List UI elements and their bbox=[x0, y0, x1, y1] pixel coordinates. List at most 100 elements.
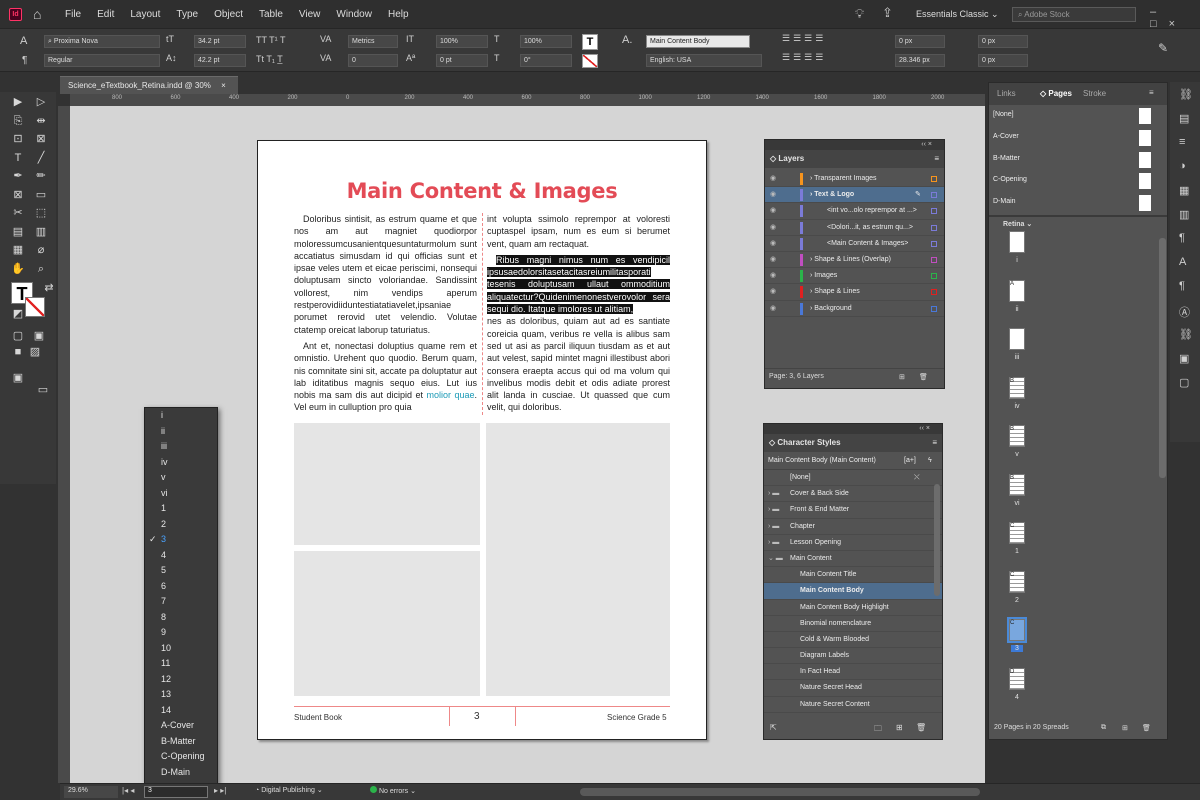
page-thumbnail[interactable]: D bbox=[1009, 667, 1025, 690]
lightbulb-icon[interactable]: 💡︎ bbox=[855, 6, 864, 22]
color-panel-icon[interactable]: ◑ bbox=[1179, 160, 1186, 172]
tab-stroke[interactable]: Stroke bbox=[1083, 89, 1106, 98]
style-row[interactable]: Diagram Labels bbox=[764, 648, 942, 665]
dropdown-item[interactable]: 12 bbox=[145, 672, 217, 688]
style-row[interactable]: [None] ⤬ bbox=[764, 470, 942, 487]
stroke-panel-icon[interactable]: ≡ bbox=[1179, 136, 1185, 148]
page-thumbnail[interactable] bbox=[1009, 328, 1025, 350]
kerning-field[interactable]: Metrics bbox=[348, 35, 398, 48]
gradient-tool-icon[interactable]: ▤ bbox=[9, 224, 27, 240]
new-page-icon[interactable]: ⊞ bbox=[1122, 724, 1128, 732]
dropdown-item[interactable]: 13 bbox=[145, 687, 217, 703]
new-style-group-icon[interactable]: [a+] bbox=[904, 457, 916, 464]
layer-target-square[interactable] bbox=[931, 192, 937, 199]
layer-target-square[interactable] bbox=[931, 305, 937, 312]
dropdown-item[interactable]: vi bbox=[145, 486, 217, 502]
eye-icon[interactable]: ◉ bbox=[770, 171, 776, 187]
panel-menu-icon[interactable]: ≡ bbox=[932, 438, 937, 447]
zoom-tool-icon[interactable]: ⌕ bbox=[32, 261, 50, 277]
eye-icon[interactable]: ◉ bbox=[770, 301, 776, 317]
page-title[interactable]: Main Content & Images bbox=[258, 179, 706, 203]
dropdown-item[interactable]: iv bbox=[145, 455, 217, 471]
master-row[interactable]: A-Cover bbox=[989, 127, 1167, 149]
menu-layout[interactable]: Layout bbox=[122, 9, 168, 20]
dropdown-item[interactable]: 2 bbox=[145, 517, 217, 533]
glyphs-panel-icon[interactable]: Ⓐ bbox=[1179, 304, 1190, 320]
page-thumbnail[interactable]: B bbox=[1009, 473, 1025, 496]
note-tool-icon[interactable]: ▦ bbox=[9, 242, 27, 258]
stroke-none-swatch[interactable] bbox=[582, 54, 598, 68]
layer-row[interactable]: ◉ › Transparent Images bbox=[765, 171, 944, 188]
new-style-icon[interactable]: ⊞ bbox=[896, 723, 903, 732]
new-layer-icon[interactable]: ⊞ bbox=[899, 373, 905, 381]
menu-edit[interactable]: Edit bbox=[89, 9, 122, 20]
master-thumbnail[interactable] bbox=[1139, 195, 1151, 212]
layers-panel-header[interactable]: ◇ Layers ≡ bbox=[765, 150, 944, 168]
layer-target-square[interactable] bbox=[931, 176, 937, 182]
panel-menu-icon[interactable]: ≡ bbox=[934, 154, 939, 163]
style-row[interactable]: › ▬ Lesson Opening bbox=[764, 535, 942, 551]
tracking-field[interactable]: 0 bbox=[348, 54, 398, 67]
layer-target-square[interactable] bbox=[931, 224, 937, 231]
dropdown-item[interactable]: 6 bbox=[145, 579, 217, 595]
layer-target-square[interactable] bbox=[931, 256, 937, 263]
style-options-icon[interactable]: ⇱ bbox=[770, 723, 777, 732]
apply-none-icon[interactable]: ▣ bbox=[30, 328, 48, 344]
eye-icon[interactable]: ◉ bbox=[770, 187, 776, 203]
dropdown-item[interactable]: ✓ 3 bbox=[145, 532, 217, 548]
direct-selection-tool-icon[interactable]: ▷ bbox=[32, 94, 50, 110]
style-row[interactable]: Main Content Body Highlight bbox=[764, 600, 942, 616]
horizontal-scrollbar[interactable] bbox=[580, 788, 980, 796]
clear-override-icon[interactable]: ⤬ bbox=[914, 470, 920, 486]
delete-layer-icon[interactable]: 🗑︎ bbox=[919, 373, 928, 381]
dropdown-item[interactable]: iii bbox=[145, 439, 217, 455]
font-family-select[interactable]: ⌕ Proxima Nova bbox=[44, 35, 160, 48]
menu-view[interactable]: View bbox=[291, 9, 329, 20]
menu-object[interactable]: Object bbox=[206, 9, 251, 20]
layer-target-square[interactable] bbox=[931, 208, 937, 215]
size-selector[interactable]: Retina ⌄ bbox=[989, 217, 1167, 231]
character-style-select[interactable]: Main Content Body bbox=[646, 35, 750, 48]
dropdown-item[interactable]: A-Cover bbox=[145, 718, 217, 734]
align-left-icon[interactable]: ☰☰☰☰ bbox=[782, 33, 826, 44]
workspace-switcher[interactable]: Essentials Classic ⌄ bbox=[916, 9, 999, 20]
swatches-panel-icon[interactable]: ▦ bbox=[1179, 184, 1189, 197]
pen-tool-icon[interactable]: ✒ bbox=[9, 168, 27, 184]
space-before-field[interactable]: 0 px bbox=[978, 54, 1028, 67]
leading-field[interactable]: 42.2 pt bbox=[194, 54, 246, 67]
layer-row[interactable]: ◉ › Text & Logo ✎ bbox=[765, 187, 944, 204]
charstyles-collapse-icon[interactable]: ‹‹ × bbox=[764, 424, 942, 434]
master-row[interactable]: C-Opening bbox=[989, 170, 1167, 192]
dropdown-item[interactable]: 11 bbox=[145, 656, 217, 672]
eye-icon[interactable]: ◉ bbox=[770, 203, 776, 219]
space-after-field[interactable]: 28.346 px bbox=[895, 54, 945, 67]
default-colors-icon[interactable]: ◩ bbox=[9, 306, 27, 322]
layer-row[interactable]: ◉ <Main Content & Images> bbox=[765, 236, 944, 252]
hand-tool-icon[interactable]: ✋ bbox=[9, 261, 27, 277]
content-collector-icon[interactable]: ⊡ bbox=[9, 131, 27, 147]
master-thumbnail[interactable] bbox=[1139, 108, 1151, 124]
apply-color-icon[interactable]: ■ bbox=[9, 344, 27, 360]
style-row[interactable]: › ▬ Cover & Back Side bbox=[764, 486, 942, 503]
dropdown-item[interactable]: 1 bbox=[145, 501, 217, 517]
scissors-tool-icon[interactable]: ✂ bbox=[9, 205, 27, 221]
home-icon[interactable]: ⌂ bbox=[33, 6, 41, 22]
master-row[interactable]: B-Matter bbox=[989, 149, 1167, 171]
stroke-swatch-large[interactable] bbox=[25, 297, 45, 317]
master-row[interactable]: D-Main bbox=[989, 192, 1167, 214]
gap-tool-icon[interactable]: ⇹ bbox=[32, 113, 50, 129]
master-thumbnail[interactable] bbox=[1139, 173, 1151, 190]
stock-search-input[interactable]: ⌕ Adobe Stock bbox=[1012, 7, 1136, 22]
line-tool-icon[interactable]: ╱ bbox=[32, 150, 50, 166]
image-placeholder-1[interactable] bbox=[294, 423, 480, 545]
page-thumbnail[interactable]: C bbox=[1009, 570, 1025, 593]
next-page-icon[interactable]: ▸ ▸| bbox=[214, 786, 226, 795]
font-style-select[interactable]: Regular bbox=[44, 54, 160, 67]
page-thumbnail[interactable] bbox=[1009, 231, 1025, 253]
layer-row[interactable]: ◉ <Dolori...it, as estrum qu...> bbox=[765, 220, 944, 236]
formatting-container-icon[interactable]: ▢ bbox=[9, 328, 27, 344]
language-select[interactable]: English: USA bbox=[646, 54, 762, 67]
layers-panel-collapse-icon[interactable]: ‹‹ × bbox=[765, 140, 944, 150]
image-placeholder-3[interactable] bbox=[294, 551, 480, 696]
edit-page-size-icon[interactable]: ⧉ bbox=[1101, 724, 1106, 732]
